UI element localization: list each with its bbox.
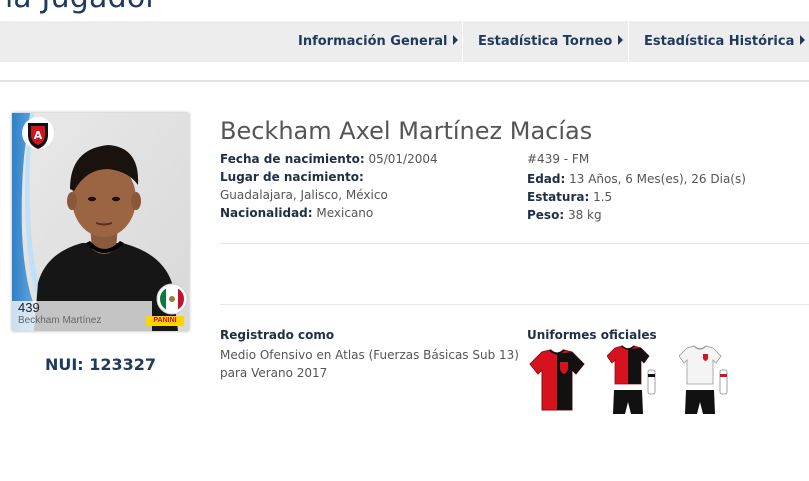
svg-text:A: A xyxy=(34,129,43,142)
nav-divider xyxy=(462,21,463,62)
registration-text: Medio Ofensivo en Atlas (Fuerzas Básicas… xyxy=(220,348,519,380)
tab-informacion-general[interactable]: Información General xyxy=(298,21,459,62)
number-position: #439 - FM xyxy=(527,152,590,166)
jersey-home-icon xyxy=(529,349,585,411)
registration-label: Registrado como xyxy=(220,328,335,342)
weight-label: Peso: xyxy=(527,208,565,222)
birth-date-row: Fecha de nacimiento: 05/01/2004 xyxy=(220,152,438,166)
age-row: Edad: 13 Años, 6 Mes(es), 26 Dia(s) xyxy=(527,172,746,186)
kit-home-icon xyxy=(607,345,656,414)
weight-row: Peso: 38 kg xyxy=(527,208,602,222)
page-title: na Jugador xyxy=(0,0,158,15)
kit-away-icon xyxy=(679,345,728,414)
tab-estadistica-historica[interactable]: Estadística Histórica xyxy=(644,21,806,62)
weight-value: 38 kg xyxy=(567,208,602,222)
section-divider xyxy=(220,243,809,244)
age-value: 13 Años, 6 Mes(es), 26 Dia(s) xyxy=(569,172,746,186)
birth-place-label: Lugar de nacimiento: xyxy=(220,170,364,184)
tab-estadistica-torneo[interactable]: Estadística Torneo xyxy=(478,21,624,62)
card-player-name: Beckham Martínez xyxy=(18,315,102,326)
tab-label: Estadística Histórica xyxy=(644,34,795,49)
birth-date-value: 05/01/2004 xyxy=(368,152,438,166)
caret-right-icon xyxy=(800,35,806,45)
tab-nav: Información General Estadística Torneo E… xyxy=(0,21,809,62)
nationality-row: Nacionalidad: Mexicano xyxy=(220,206,373,220)
panini-logo: PANINI xyxy=(146,316,184,326)
nationality-value: Mexicano xyxy=(316,206,374,220)
height-label: Estatura: xyxy=(527,190,590,204)
player-card: A 439 Beckham Martínez PANINI xyxy=(12,113,189,331)
page-header: na Jugador xyxy=(0,0,809,16)
nav-divider xyxy=(628,21,629,62)
uniforms-label: Uniformes oficiales xyxy=(527,328,657,342)
birth-place-value: Guadalajara, Jalisco, México xyxy=(220,188,388,202)
height-row: Estatura: 1.5 xyxy=(527,190,612,204)
height-value: 1.5 xyxy=(593,190,613,204)
tab-label: Información General xyxy=(298,34,448,49)
birth-place-row: Lugar de nacimiento: xyxy=(220,170,364,184)
caret-right-icon xyxy=(618,35,624,45)
tab-label: Estadística Torneo xyxy=(478,34,613,49)
caret-right-icon xyxy=(453,35,459,45)
section-divider xyxy=(220,304,809,305)
age-label: Edad: xyxy=(527,172,566,186)
player-photo: A xyxy=(12,113,189,331)
header-divider xyxy=(0,80,809,82)
nationality-label: Nacionalidad: xyxy=(220,206,313,220)
player-full-name: Beckham Axel Martínez Macías xyxy=(220,117,593,145)
nui-id: NUI: 123327 xyxy=(44,355,157,374)
card-player-number: 439 xyxy=(18,300,40,315)
birth-date-label: Fecha de nacimiento: xyxy=(220,152,365,166)
